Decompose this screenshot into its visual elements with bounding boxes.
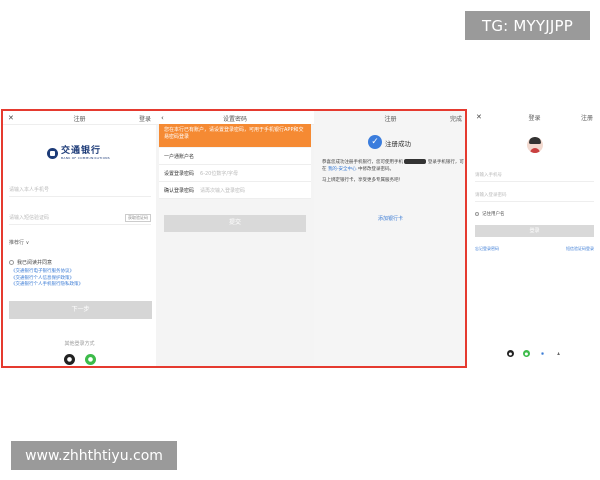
agree-label: 我已阅读并同意 bbox=[17, 260, 53, 266]
success-heading: 注册成功 bbox=[385, 140, 411, 148]
agreement-link[interactable]: 《交通银行电子银行服务协议》 bbox=[11, 269, 83, 276]
watermark-top: TG: MYYJJPP bbox=[465, 11, 590, 40]
form-row-hint: 6-20位数字/字母 bbox=[200, 170, 239, 177]
sms-code-placeholder: 请输入短信验证码 bbox=[9, 215, 50, 221]
password-form: 一户通账户名 设置登录密码 6-20位数字/字母 确认登录密码 请再次输入登录密… bbox=[159, 148, 311, 199]
success-message: 恭喜您成功注册手机银行，您可使用手机 登录手机银行，可在 我的-安全中心 中修改… bbox=[322, 159, 465, 185]
remember-radio[interactable] bbox=[475, 212, 479, 216]
remember-username[interactable]: 记住用户名 bbox=[475, 211, 505, 217]
login-panel: ✕ 登录 注册 请输入手机号 请输入登录密码 记住用户名 登录 忘记登录密码 短… bbox=[471, 110, 598, 366]
referral-select[interactable]: 推荐行 ∨ bbox=[9, 239, 29, 246]
submit-button[interactable]: 提交 bbox=[164, 215, 306, 232]
wechat-icon[interactable]: ● bbox=[85, 354, 96, 365]
set-password-field[interactable]: 设置登录密码 6-20位数字/字母 bbox=[159, 165, 311, 182]
check-icon: ✓ bbox=[368, 135, 382, 149]
sms-code-input[interactable]: 请输入短信验证码 获取验证码 bbox=[9, 212, 151, 225]
success-title: 注册 bbox=[384, 116, 397, 123]
bank-logo-en: BANK OF COMMUNICATIONS bbox=[61, 156, 111, 160]
confirm-password-field[interactable]: 确认登录密码 请再次输入登录密码 bbox=[159, 182, 311, 199]
set-password-title: 设置密码 bbox=[222, 116, 247, 123]
wechat-icon[interactable]: ● bbox=[523, 350, 530, 357]
form-row-hint: 请再次输入登录密码 bbox=[200, 187, 246, 194]
avatar bbox=[527, 137, 543, 153]
set-password-panel: ‹ 设置密码 您在本行已有账户，请设置登录密码，可用于手机银行APP和交易密码登… bbox=[156, 111, 314, 366]
login-navbar: ✕ 登录 注册 bbox=[471, 110, 598, 124]
masked-phone bbox=[404, 159, 427, 164]
form-row-label: 设置登录密码 bbox=[164, 170, 195, 177]
login-title: 登录 bbox=[528, 115, 541, 122]
get-sms-code-button[interactable]: 获取验证码 bbox=[125, 214, 151, 222]
security-center-link[interactable]: 我的-安全中心 bbox=[328, 167, 357, 172]
account-name-row[interactable]: 一户通账户名 bbox=[159, 148, 311, 165]
next-button[interactable]: 下一步 bbox=[9, 301, 152, 319]
bank-logo-icon bbox=[47, 148, 58, 159]
register-success-panel: 注册 完成 ✓ 注册成功 恭喜您成功注册手机银行，您可使用手机 登录手机银行，可… bbox=[314, 111, 465, 366]
form-row-label: 确认登录密码 bbox=[164, 187, 195, 194]
register-title: 注册 bbox=[73, 116, 86, 123]
add-bank-card-link[interactable]: 添加银行卡 bbox=[314, 215, 465, 222]
register-link[interactable]: 注册 bbox=[581, 113, 593, 122]
login-button[interactable]: 登录 bbox=[475, 225, 594, 237]
login-phone-input[interactable]: 请输入手机号 bbox=[475, 170, 594, 182]
star-icon[interactable]: ✱ bbox=[539, 350, 546, 357]
highlight-frame: ✕ 注册 登录 交通银行 BANK OF COMMUNICATIONS 请输入本… bbox=[1, 109, 467, 368]
phone-input[interactable]: 请输入本人手机号 bbox=[9, 184, 151, 197]
agreement-row[interactable]: 我已阅读并同意 bbox=[9, 259, 52, 266]
remember-label: 记住用户名 bbox=[482, 212, 505, 217]
done-button[interactable]: 完成 bbox=[450, 114, 462, 123]
person-icon[interactable]: ♟ bbox=[555, 350, 562, 357]
sms-login-link[interactable]: 短信验证码登录 bbox=[566, 246, 594, 252]
login-link[interactable]: 登录 bbox=[139, 114, 151, 123]
bank-logo: 交通银行 BANK OF COMMUNICATIONS bbox=[47, 147, 110, 160]
other-login-label: 其他登录方式 bbox=[64, 341, 95, 347]
password-tip-banner: 您在本行已有账户，请设置登录密码，可用于手机银行APP和交易密码登录 bbox=[159, 124, 311, 147]
alt-login-icon[interactable]: ● bbox=[507, 350, 514, 357]
agreement-link[interactable]: 《交通银行个人手机银行隐私政策》 bbox=[11, 282, 83, 289]
agreement-links: 《交通银行电子银行服务协议》 《交通银行个人信息保护政策》 《交通银行个人手机银… bbox=[11, 269, 83, 289]
msg-text: 恭喜您成功注册手机银行，您可使用手机 bbox=[322, 160, 403, 165]
form-row-label: 一户通账户名 bbox=[164, 153, 195, 160]
bank-logo-cn: 交通银行 bbox=[61, 146, 102, 156]
watermark-bottom: www.zhhthtiyu.com bbox=[11, 441, 177, 470]
msg-text: 中修改登录密码。 bbox=[358, 166, 394, 172]
login-password-input[interactable]: 请输入登录密码 bbox=[475, 190, 594, 202]
set-password-navbar: ‹ 设置密码 bbox=[156, 111, 314, 125]
agree-radio[interactable] bbox=[9, 260, 14, 265]
success-navbar: 注册 完成 bbox=[314, 111, 465, 125]
register-panel: ✕ 注册 登录 交通银行 BANK OF COMMUNICATIONS 请输入本… bbox=[3, 111, 156, 366]
bind-card-prompt: 马上绑定银行卡，享受更多专属服务吧！ bbox=[322, 178, 403, 183]
alt-login-icon[interactable]: ● bbox=[64, 354, 75, 365]
register-navbar: ✕ 注册 登录 bbox=[3, 111, 156, 125]
forgot-password-link[interactable]: 忘记登录密码 bbox=[475, 246, 499, 252]
